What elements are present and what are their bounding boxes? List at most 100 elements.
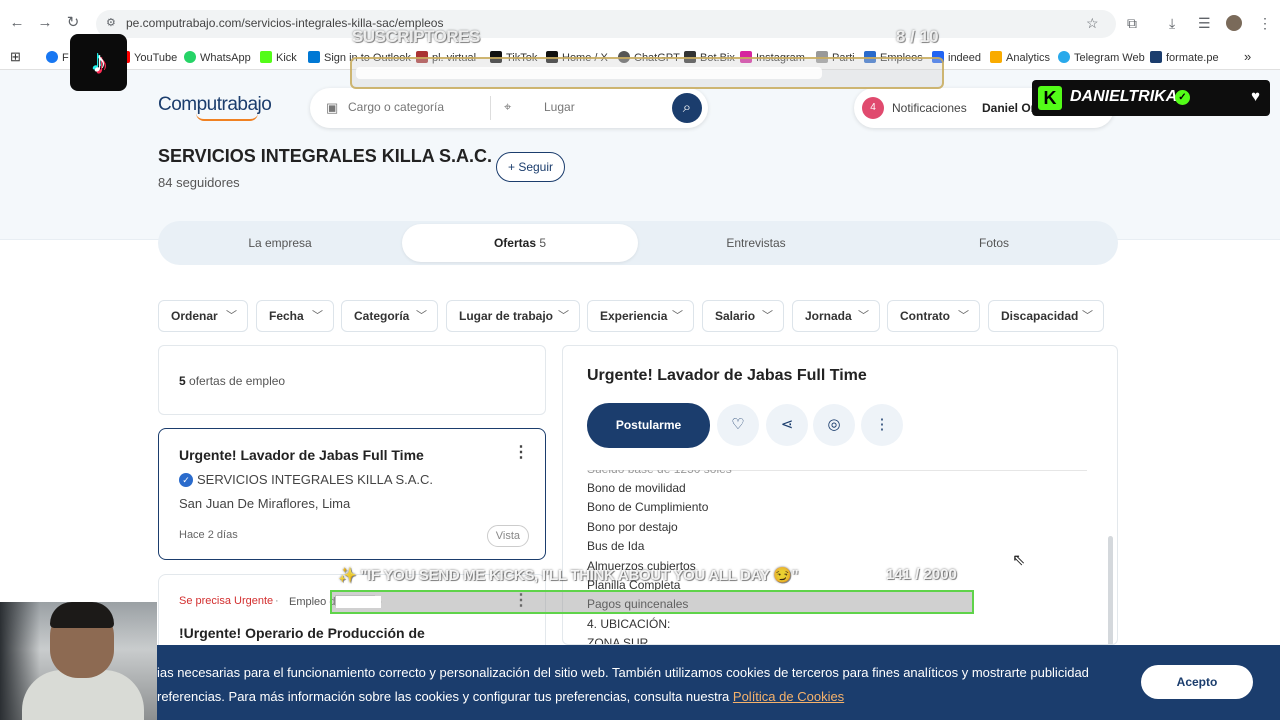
results-count-box: 5 ofertas de empleo xyxy=(158,345,546,415)
detail-line: Bono por destajo xyxy=(587,520,678,534)
company-name: SERVICIOS INTEGRALES KILLA S.A.C. xyxy=(158,146,493,166)
share-button[interactable]: ⋖ xyxy=(766,404,808,446)
chevron-down-icon: ﹀ xyxy=(858,310,869,322)
more-options-icon: ⋮ xyxy=(874,416,890,433)
detail-scrollbar[interactable] xyxy=(1108,536,1113,644)
filter-fecha[interactable]: Fecha ﹀ xyxy=(256,300,334,332)
kicks-goal-bar xyxy=(330,590,974,614)
bookmark-analytics[interactable]: Analytics xyxy=(990,51,1050,64)
kick-channel-name: DANIELTRIKA xyxy=(1070,88,1178,105)
chevron-down-icon: ﹀ xyxy=(416,310,427,322)
follow-button[interactable]: + Seguir xyxy=(496,152,565,182)
kicks-goal-count: 141 / 2000 xyxy=(886,566,957,583)
heart-icon: ♥ xyxy=(1251,88,1260,105)
notifications-link[interactable]: Notificaciones xyxy=(892,101,967,115)
eye-slash-icon: ◎ xyxy=(827,416,841,433)
hide-button[interactable]: ◎ xyxy=(813,404,855,446)
bookmark-formate[interactable]: formate.pe xyxy=(1150,51,1219,64)
filter-salario[interactable]: Salario ﹀ xyxy=(702,300,784,332)
chevron-down-icon: ﹀ xyxy=(958,310,969,322)
kicks-goal-fill xyxy=(336,596,381,608)
tab-ofertas-count: 5 xyxy=(539,236,547,250)
webcam-person-hair xyxy=(50,602,114,628)
job-location: San Juan De Miraflores, Lima xyxy=(179,496,351,511)
job-card-selected[interactable]: Urgente! Lavador de Jabas Full Time ⋮ ✓ … xyxy=(158,428,546,560)
heart-icon: ♡ xyxy=(731,416,745,433)
company-tabs: La empresa Ofertas 5 Entrevistas Fotos xyxy=(158,221,1118,265)
tab-la-empresa[interactable]: La empresa xyxy=(162,221,398,265)
results-count: 5 ofertas de empleo xyxy=(179,374,286,388)
job-title[interactable]: !Urgente! Operario de Producción de xyxy=(179,625,425,641)
detail-line: Bus de Ida xyxy=(587,539,645,553)
job-company[interactable]: SERVICIOS INTEGRALES KILLA S.A.C. xyxy=(197,472,433,487)
tab-entrevistas[interactable]: Entrevistas xyxy=(638,221,874,265)
subscribers-goal-fill xyxy=(356,67,822,79)
extensions-icon[interactable]: ⧉ xyxy=(1127,15,1137,31)
back-icon[interactable]: ← xyxy=(8,14,26,32)
subscribers-goal-count: 8 / 10 xyxy=(896,27,939,46)
chevron-down-icon: ﹀ xyxy=(672,310,683,322)
search-button[interactable]: ⌕ xyxy=(672,93,702,123)
mouse-cursor-icon: ⇖ xyxy=(1012,552,1026,569)
detail-line: Sueldo base de 1250 soles xyxy=(587,462,732,476)
share-icon: ⋖ xyxy=(780,416,794,433)
bookmark-facebook[interactable]: F xyxy=(46,51,69,64)
bookmark-whatsapp[interactable]: WhatsApp xyxy=(184,51,251,64)
search-icon: ⌕ xyxy=(682,99,692,116)
accept-cookies-button[interactable]: Acepto xyxy=(1141,665,1253,699)
bookmark-telegram[interactable]: Telegram Web xyxy=(1058,51,1145,64)
verified-check-icon: ✓ xyxy=(1175,90,1190,105)
favorite-button[interactable]: ♡ xyxy=(717,404,759,446)
apps-grid-icon[interactable]: ⊞ xyxy=(10,49,21,65)
reload-icon[interactable]: ↻ xyxy=(64,14,82,32)
job-date: Hace 2 días xyxy=(179,529,238,541)
kick-logo-icon: K xyxy=(1038,86,1062,110)
browser-toolbar: ← → ↻ ⚙ pe.computrabajo.com/servicios-in… xyxy=(0,0,1280,46)
tab-fotos[interactable]: Fotos xyxy=(876,221,1112,265)
detail-line: Bono de Cumplimiento xyxy=(587,500,709,514)
job-search-input[interactable]: Cargo o categoría xyxy=(348,100,444,114)
subscribers-goal-bar xyxy=(350,57,944,89)
detail-title: Urgente! Lavador de Jabas Full Time xyxy=(587,367,867,384)
more-options-icon[interactable]: ⋮ xyxy=(513,445,529,461)
filter-discapacidad[interactable]: Discapacidad ﹀ xyxy=(988,300,1104,332)
kick-channel-badge: K DANIELTRIKA ✓ ♥ xyxy=(1032,80,1270,116)
briefcase-icon: ▣ xyxy=(326,100,339,115)
chevron-down-icon: ﹀ xyxy=(1082,310,1093,322)
menu-icon[interactable]: ⋮ xyxy=(1258,15,1272,31)
tag-separator: · xyxy=(275,595,279,607)
location-pin-icon: ⌖ xyxy=(504,99,512,114)
location-input[interactable]: Lugar xyxy=(544,100,575,114)
kicks-goal-message: ✨ "IF YOU SEND ME KICKS, I'LL THINK ABOU… xyxy=(338,567,799,584)
filter-jornada[interactable]: Jornada ﹀ xyxy=(792,300,880,332)
profile-avatar[interactable] xyxy=(1226,15,1242,31)
filter-categoria[interactable]: Categoría ﹀ xyxy=(341,300,438,332)
reading-list-icon[interactable]: ☰ xyxy=(1198,15,1211,31)
cookie-policy-link[interactable]: Política de Cookies xyxy=(733,689,844,704)
apply-button[interactable]: Postularme xyxy=(587,403,710,448)
site-info-icon[interactable]: ⚙ xyxy=(106,16,116,29)
filter-lugar-de-trabajo[interactable]: Lugar de trabajo ﹀ xyxy=(446,300,580,332)
user-name[interactable]: Daniel Or xyxy=(982,101,1035,115)
cookie-text: ias necesarias para el funcionamiento co… xyxy=(157,665,1089,704)
download-icon[interactable]: ⤓ xyxy=(1169,15,1175,31)
detail-line: 4. UBICACIÓN: xyxy=(587,617,671,631)
followers-count: 84 seguidores xyxy=(158,175,240,190)
bookmark-kick[interactable]: Kick xyxy=(260,51,297,64)
filter-ordenar[interactable]: Ordenar ﹀ xyxy=(158,300,248,332)
chevron-down-icon: ﹀ xyxy=(226,310,237,322)
filter-experiencia[interactable]: Experiencia ﹀ xyxy=(587,300,694,332)
address-bar[interactable]: ⚙ pe.computrabajo.com/servicios-integral… xyxy=(96,10,1116,38)
seen-badge: Vista xyxy=(486,525,529,547)
tab-ofertas[interactable]: Ofertas 5 xyxy=(402,224,638,262)
more-bookmarks-icon[interactable]: » xyxy=(1244,49,1251,64)
chevron-down-icon: ﹀ xyxy=(762,310,773,322)
more-button[interactable]: ⋮ xyxy=(861,404,903,446)
logo-swoosh xyxy=(196,113,258,121)
star-icon[interactable]: ☆ xyxy=(1086,15,1099,31)
filter-contrato[interactable]: Contrato ﹀ xyxy=(887,300,980,332)
forward-icon[interactable]: → xyxy=(36,14,54,32)
job-title[interactable]: Urgente! Lavador de Jabas Full Time xyxy=(179,447,424,463)
streamer-webcam xyxy=(0,602,157,720)
notification-badge[interactable]: 4 xyxy=(862,97,884,119)
